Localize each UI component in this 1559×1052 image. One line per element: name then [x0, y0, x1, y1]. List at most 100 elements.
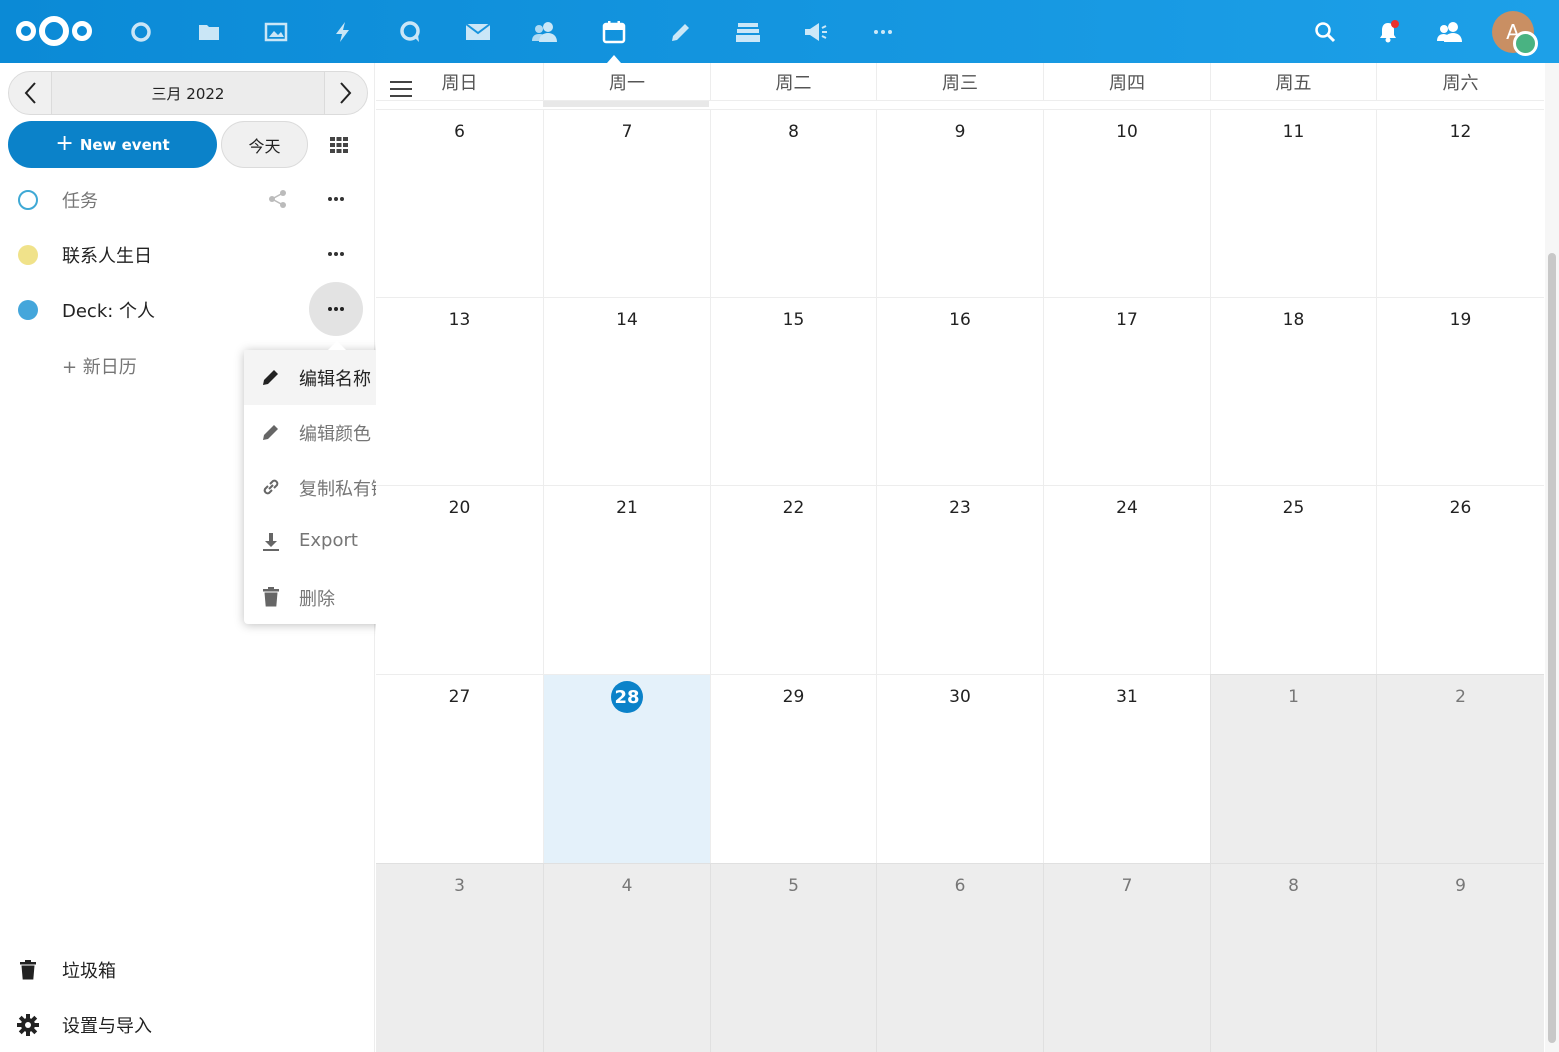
scrollbar-thumb[interactable] — [1548, 253, 1556, 1043]
today-date-badge[interactable]: 28 — [611, 681, 643, 713]
app-activity[interactable] — [323, 12, 363, 52]
day-number[interactable]: 3 — [376, 876, 543, 896]
day-cell[interactable]: 27 — [376, 674, 543, 863]
day-number[interactable]: 4 — [544, 876, 710, 896]
calendar-item-deck[interactable]: Deck: 个人 — [0, 282, 375, 336]
notifications-button[interactable] — [1368, 12, 1408, 52]
day-number[interactable]: 25 — [1211, 498, 1376, 518]
day-number[interactable]: 8 — [711, 122, 876, 142]
app-deck[interactable] — [728, 12, 768, 52]
day-number[interactable]: 23 — [877, 498, 1043, 518]
day-cell[interactable]: 1 — [1210, 674, 1376, 863]
search-button[interactable] — [1305, 12, 1345, 52]
day-number[interactable]: 8 — [1211, 876, 1376, 896]
calendar-item-tasks[interactable]: 任务 — [0, 173, 375, 225]
day-number[interactable]: 9 — [877, 122, 1043, 142]
day-cell[interactable]: 26 — [1376, 485, 1544, 674]
day-cell[interactable]: 5 — [710, 863, 876, 1052]
day-cell[interactable]: 6 — [376, 109, 543, 297]
day-number[interactable]: 14 — [544, 310, 710, 330]
app-announcements[interactable] — [796, 12, 836, 52]
day-cell[interactable]: 24 — [1043, 485, 1210, 674]
day-number[interactable]: 19 — [1377, 310, 1544, 330]
calendar-color-ring[interactable] — [18, 190, 38, 210]
month-picker[interactable]: 三月 2022 — [51, 72, 325, 114]
share-button[interactable] — [258, 181, 298, 217]
previous-month-button[interactable] — [9, 72, 51, 114]
day-cell[interactable]: 30 — [876, 674, 1043, 863]
calendar-actions-button[interactable] — [316, 236, 356, 272]
nextcloud-logo[interactable] — [14, 14, 94, 48]
day-number[interactable]: 6 — [877, 876, 1043, 896]
calendar-item-birthdays[interactable]: 联系人生日 — [0, 228, 375, 280]
day-number[interactable]: 12 — [1377, 122, 1544, 142]
day-cell[interactable]: 21 — [543, 485, 710, 674]
settings-import-button[interactable]: 设置与导入 — [0, 999, 375, 1051]
day-number[interactable]: 29 — [711, 687, 876, 707]
day-cell[interactable]: 19 — [1376, 297, 1544, 485]
calendar-actions-button-active[interactable] — [309, 282, 363, 336]
day-cell[interactable]: 16 — [876, 297, 1043, 485]
day-number[interactable]: 1 — [1211, 687, 1376, 707]
day-number[interactable]: 26 — [1377, 498, 1544, 518]
calendar-actions-button[interactable] — [316, 181, 356, 217]
day-number[interactable]: 22 — [711, 498, 876, 518]
day-number[interactable]: 30 — [877, 687, 1043, 707]
view-switcher-button[interactable] — [320, 126, 358, 164]
contacts-menu-button[interactable] — [1430, 12, 1470, 52]
day-cell[interactable]: 10 — [1043, 109, 1210, 297]
day-number[interactable]: 15 — [711, 310, 876, 330]
day-cell[interactable]: 2 — [1376, 674, 1544, 863]
day-cell[interactable]: 14 — [543, 297, 710, 485]
day-cell[interactable]: 20 — [376, 485, 543, 674]
day-number[interactable]: 5 — [711, 876, 876, 896]
day-cell[interactable]: 3 — [376, 863, 543, 1052]
day-cell[interactable]: 8 — [710, 109, 876, 297]
day-number[interactable]: 7 — [1044, 876, 1210, 896]
day-cell[interactable]: 4 — [543, 863, 710, 1052]
day-number[interactable]: 20 — [376, 498, 543, 518]
day-cell[interactable]: 11 — [1210, 109, 1376, 297]
app-files[interactable] — [189, 12, 229, 52]
day-number[interactable]: 9 — [1377, 876, 1544, 896]
day-cell[interactable]: 22 — [710, 485, 876, 674]
day-cell[interactable]: 17 — [1043, 297, 1210, 485]
day-cell[interactable]: 9 — [876, 109, 1043, 297]
day-number[interactable]: 27 — [376, 687, 543, 707]
day-cell-today[interactable]: 28 — [543, 674, 710, 863]
next-month-button[interactable] — [325, 72, 367, 114]
day-number[interactable]: 11 — [1211, 122, 1376, 142]
day-number[interactable]: 16 — [877, 310, 1043, 330]
day-number[interactable]: 7 — [544, 122, 710, 142]
day-cell[interactable]: 13 — [376, 297, 543, 485]
day-number[interactable]: 17 — [1044, 310, 1210, 330]
calendar-color-dot[interactable] — [18, 300, 38, 320]
app-dashboard[interactable] — [121, 12, 161, 52]
day-cell[interactable]: 7 — [1043, 863, 1210, 1052]
day-number[interactable]: 2 — [1377, 687, 1544, 707]
app-talk[interactable] — [390, 12, 430, 52]
day-cell[interactable]: 18 — [1210, 297, 1376, 485]
new-calendar-button[interactable]: + 新日历 — [62, 353, 137, 379]
day-number[interactable]: 18 — [1211, 310, 1376, 330]
day-cell[interactable]: 8 — [1210, 863, 1376, 1052]
day-number[interactable]: 6 — [376, 122, 543, 142]
day-cell[interactable]: 12 — [1376, 109, 1544, 297]
app-calendar[interactable] — [594, 12, 634, 63]
app-more[interactable] — [863, 12, 903, 52]
day-number[interactable]: 24 — [1044, 498, 1210, 518]
calendar-color-dot[interactable] — [18, 245, 38, 265]
day-number[interactable]: 21 — [544, 498, 710, 518]
trash-bin-button[interactable]: 垃圾箱 — [0, 944, 375, 996]
new-event-button[interactable]: + New event — [8, 121, 217, 168]
day-cell[interactable]: 23 — [876, 485, 1043, 674]
day-cell[interactable]: 31 — [1043, 674, 1210, 863]
today-button[interactable]: 今天 — [221, 121, 308, 168]
app-mail[interactable] — [458, 12, 498, 52]
day-number[interactable]: 10 — [1044, 122, 1210, 142]
day-cell[interactable]: 15 — [710, 297, 876, 485]
app-contacts[interactable] — [525, 12, 565, 52]
day-number[interactable]: 31 — [1044, 687, 1210, 707]
vertical-scrollbar[interactable] — [1545, 63, 1559, 1052]
day-number[interactable]: 13 — [376, 310, 543, 330]
